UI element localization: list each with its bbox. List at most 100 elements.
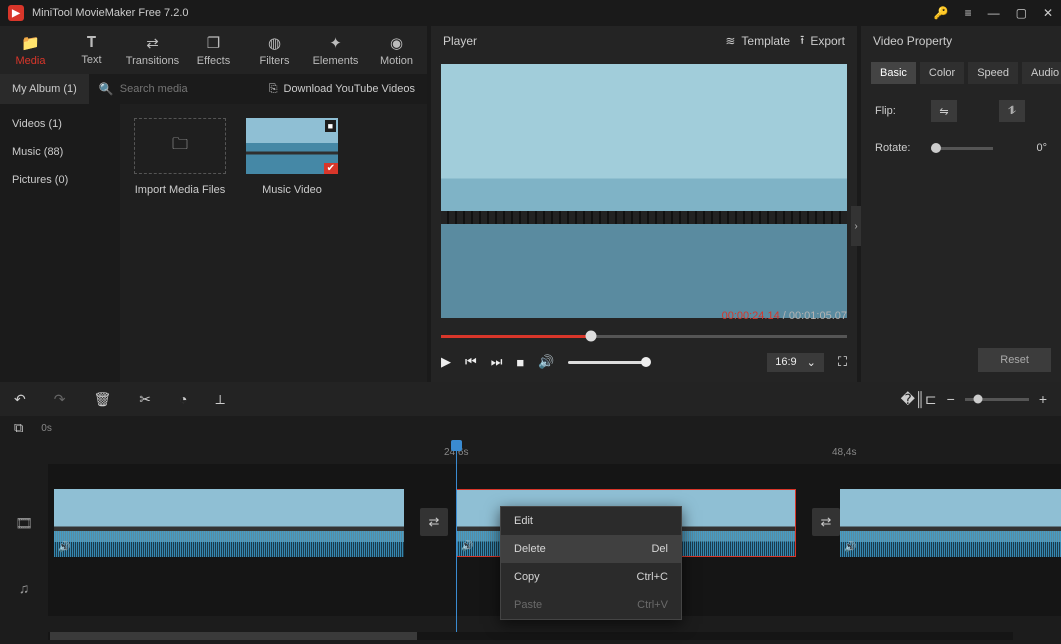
import-media-card[interactable]: 🗀 Import Media Files (134, 118, 226, 196)
media-panel: 📁 Media 𝐓 Text ⇄ Transitions ❐Effects ◍Filt… (0, 26, 427, 382)
ctx-copy[interactable]: CopyCtrl+C (501, 563, 681, 591)
volume-slider[interactable] (568, 361, 646, 364)
video-badge-icon: ■ (325, 120, 336, 132)
close-icon[interactable]: ✕ (1043, 6, 1053, 20)
prop-tab-basic[interactable]: Basic (871, 62, 916, 84)
redo-icon[interactable]: ↷ (54, 391, 66, 408)
effects-icon: ❐ (207, 34, 220, 52)
rotate-value: 0° (1036, 142, 1047, 154)
collapse-panel-icon[interactable]: › (851, 206, 861, 246)
ruler-mark-2: 48,4s (832, 447, 856, 458)
minimize-icon[interactable]: — (988, 6, 1000, 20)
seek-bar[interactable]: 00:00:24.14 / 00:01:05.07 (441, 326, 847, 346)
transitions-icon: ⇄ (146, 34, 159, 52)
timeline-clip[interactable]: 🔊 (840, 489, 1061, 557)
timeline-clip[interactable]: 🔊 (54, 489, 404, 557)
speaker-icon: 🔊 (58, 542, 70, 553)
tab-motion[interactable]: ◉Motion (366, 26, 427, 74)
search-input[interactable] (120, 83, 210, 95)
tab-effects[interactable]: ❐Effects (183, 26, 244, 74)
timeline-scrollbar[interactable] (48, 632, 1013, 640)
media-clip-card[interactable]: ■ ✔ Music Video (246, 118, 338, 196)
export-button[interactable]: ⭱ Export (800, 31, 845, 52)
chevron-down-icon: ⌄ (807, 356, 816, 369)
crop-icon[interactable]: ⟂ (215, 391, 224, 408)
rotate-slider[interactable] (931, 147, 993, 150)
ctx-copy-key: Ctrl+C (637, 571, 668, 583)
sidebar-item-music[interactable]: Music (88) (0, 138, 120, 166)
used-check-icon: ✔ (324, 163, 338, 174)
transition-slot[interactable]: ⇄ (812, 508, 840, 536)
volume-icon[interactable]: 🔊 (538, 354, 554, 370)
app-logo-icon: ▶ (8, 5, 24, 21)
download-label: Download YouTube Videos (284, 83, 416, 95)
flip-horizontal-button[interactable]: ⇋ (931, 100, 957, 122)
import-label: Import Media Files (135, 184, 225, 196)
fit-zoom-icon[interactable]: �║⊏ (901, 391, 937, 408)
text-icon: 𝐓 (87, 34, 97, 51)
next-frame-icon[interactable]: ⏭ (491, 354, 503, 370)
folder-icon: 📁 (21, 34, 40, 52)
delete-icon[interactable]: 🗑 (93, 391, 111, 408)
tab-transitions-label: Transitions (126, 55, 179, 67)
ruler-0-top: 0s (41, 423, 52, 434)
tab-filters[interactable]: ◍Filters (244, 26, 305, 74)
download-youtube-link[interactable]: ⎘ Download YouTube Videos (257, 83, 427, 96)
ctx-delete-label: Delete (514, 543, 546, 555)
maximize-icon[interactable]: ▢ (1016, 6, 1027, 20)
rotate-label: Rotate: (875, 142, 919, 154)
tab-elements[interactable]: ✦Elements (305, 26, 366, 74)
filters-icon: ◍ (268, 34, 281, 52)
search-box[interactable]: 🔍 (89, 82, 257, 96)
zoom-slider[interactable] (965, 398, 1029, 401)
zoom-out-icon[interactable]: − (947, 391, 955, 407)
ctx-edit[interactable]: Edit (501, 507, 681, 535)
motion-icon: ◉ (390, 34, 403, 52)
tab-media[interactable]: 📁 Media (0, 26, 61, 74)
speed-icon[interactable]: ◔ (179, 391, 187, 407)
export-label: Export (810, 34, 845, 48)
clip-thumbnail[interactable]: ■ ✔ (246, 118, 338, 174)
ctx-paste[interactable]: PasteCtrl+V (501, 591, 681, 619)
export-icon: ⭱ (800, 31, 804, 52)
tab-elements-label: Elements (313, 55, 359, 67)
download-icon: ⎘ (269, 83, 278, 96)
app-title: MiniTool MovieMaker Free 7.2.0 (32, 7, 934, 19)
video-track-icon: 🎞 (15, 515, 33, 532)
reset-button[interactable]: Reset (978, 348, 1051, 372)
main-tabs: 📁 Media 𝐓 Text ⇄ Transitions ❐Effects ◍Filt… (0, 26, 427, 74)
aspect-ratio-select[interactable]: 16:9⌄ (767, 353, 824, 372)
add-track-icon[interactable]: ⧉ (14, 420, 23, 436)
tab-transitions[interactable]: ⇄ Transitions (122, 26, 183, 74)
template-button[interactable]: ≋Template (725, 34, 790, 48)
fullscreen-icon[interactable]: ⛶ (838, 354, 847, 370)
seek-knob[interactable] (586, 331, 597, 342)
zoom-in-icon[interactable]: + (1039, 391, 1047, 407)
sidebar-item-pictures[interactable]: Pictures (0) (0, 166, 120, 194)
playhead[interactable] (456, 440, 457, 632)
speaker-icon: 🔊 (461, 541, 473, 552)
flip-vertical-button[interactable]: ⥮ (999, 100, 1025, 122)
transition-slot[interactable]: ⇄ (420, 508, 448, 536)
split-icon[interactable]: ✂ (139, 391, 151, 408)
prop-tab-audio[interactable]: Audio (1022, 62, 1061, 84)
prop-tab-speed[interactable]: Speed (968, 62, 1018, 84)
library-tab-my-album[interactable]: My Album (1) (0, 74, 89, 104)
audio-track-icon: ♫ (19, 580, 30, 596)
video-preview[interactable] (441, 64, 847, 318)
tab-text-label: Text (81, 54, 101, 66)
prev-frame-icon[interactable]: ⏮ (465, 354, 477, 370)
hamburger-menu-icon[interactable]: ≡ (965, 6, 972, 20)
stop-icon[interactable]: ■ (516, 355, 524, 370)
tab-media-label: Media (16, 55, 46, 67)
ctx-edit-label: Edit (514, 515, 533, 527)
prop-tab-color[interactable]: Color (920, 62, 964, 84)
timeline-ruler[interactable]: 24,6s 48,4s (48, 440, 1061, 464)
play-icon[interactable]: ▶ (441, 354, 451, 370)
undo-icon[interactable]: ↶ (14, 391, 26, 408)
tab-text[interactable]: 𝐓 Text (61, 26, 122, 74)
template-label: Template (741, 34, 790, 48)
upgrade-key-icon[interactable]: 🔑 (934, 6, 949, 20)
ctx-delete[interactable]: DeleteDel (501, 535, 681, 563)
sidebar-item-videos[interactable]: Videos (1) (0, 110, 120, 138)
